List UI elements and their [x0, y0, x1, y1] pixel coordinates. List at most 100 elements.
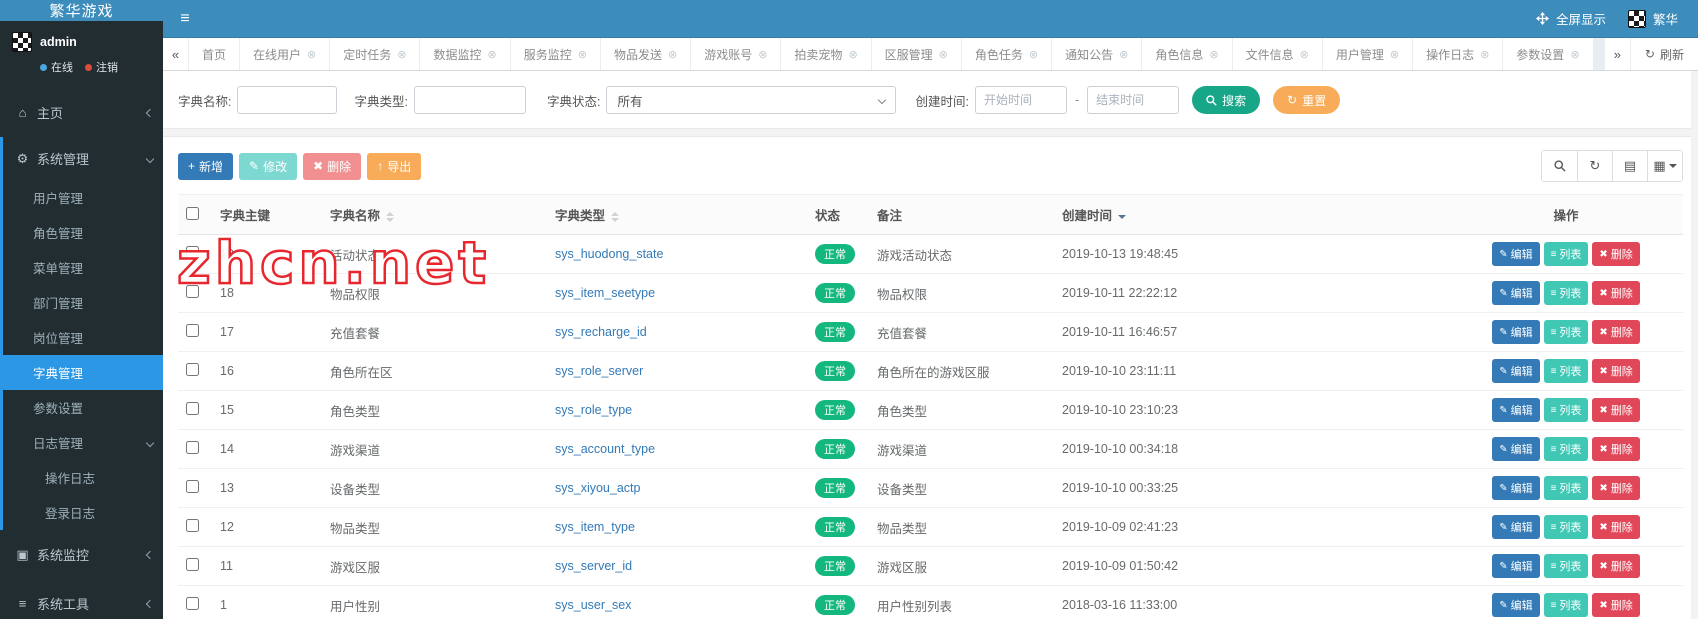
- search-button[interactable]: 搜索: [1192, 86, 1260, 114]
- delete-row-button[interactable]: ✖删除: [1592, 554, 1639, 578]
- row-checkbox[interactable]: [186, 402, 199, 415]
- delete-row-button[interactable]: ✖删除: [1592, 437, 1639, 461]
- user-menu[interactable]: 繁华: [1628, 9, 1678, 28]
- column-header-type[interactable]: 字典类型: [555, 209, 605, 223]
- tab-close-icon[interactable]: ⊗: [1390, 48, 1399, 61]
- edit-row-button[interactable]: ✎编辑: [1492, 554, 1539, 578]
- start-time-input[interactable]: [975, 86, 1067, 114]
- end-time-input[interactable]: [1087, 86, 1179, 114]
- sidebar-item-system-management[interactable]: ⚙系统管理: [3, 137, 163, 180]
- fullscreen-button[interactable]: 全屏显示: [1536, 9, 1606, 28]
- tab-user-management[interactable]: 用户管理⊗: [1323, 38, 1413, 70]
- list-row-button[interactable]: ≡列表: [1544, 320, 1589, 344]
- row-checkbox[interactable]: [186, 246, 199, 259]
- row-checkbox[interactable]: [186, 480, 199, 493]
- list-row-button[interactable]: ≡列表: [1544, 281, 1589, 305]
- list-row-button[interactable]: ≡列表: [1544, 398, 1589, 422]
- sidebar-item-operation-log[interactable]: 操作日志: [3, 460, 163, 495]
- reset-button[interactable]: ↻ 重置: [1273, 86, 1340, 114]
- logout-link[interactable]: 注销: [85, 59, 118, 75]
- column-header-created[interactable]: 创建时间: [1062, 209, 1112, 223]
- tab-auction-pets[interactable]: 拍卖宠物⊗: [781, 38, 871, 70]
- row-checkbox[interactable]: [186, 519, 199, 532]
- list-row-button[interactable]: ≡列表: [1544, 359, 1589, 383]
- sidebar-item-dict-management[interactable]: 字典管理: [3, 355, 163, 390]
- tab-param-settings[interactable]: 参数设置⊗: [1503, 38, 1593, 70]
- tab-close-icon[interactable]: ⊗: [1029, 48, 1038, 61]
- tab-data-monitor[interactable]: 数据监控⊗: [420, 38, 510, 70]
- tabs-scroll-left-icon[interactable]: «: [163, 38, 189, 70]
- delete-row-button[interactable]: ✖删除: [1592, 515, 1639, 539]
- edit-row-button[interactable]: ✎编辑: [1492, 476, 1539, 500]
- edit-row-button[interactable]: ✎编辑: [1492, 320, 1539, 344]
- tab-close-icon[interactable]: ⊗: [1119, 48, 1128, 61]
- tab-close-icon[interactable]: ⊗: [488, 48, 497, 61]
- delete-button[interactable]: ✖删除: [303, 153, 361, 180]
- list-row-button[interactable]: ≡列表: [1544, 437, 1589, 461]
- delete-row-button[interactable]: ✖删除: [1592, 359, 1639, 383]
- edit-row-button[interactable]: ✎编辑: [1492, 242, 1539, 266]
- hamburger-icon[interactable]: ≡: [163, 10, 207, 28]
- tab-online-users[interactable]: 在线用户⊗: [240, 38, 330, 70]
- tab-close-icon[interactable]: ⊗: [848, 48, 857, 61]
- edit-button[interactable]: ✎修改: [239, 153, 297, 180]
- sort-icons[interactable]: [611, 212, 619, 222]
- row-checkbox[interactable]: [186, 363, 199, 376]
- edit-row-button[interactable]: ✎编辑: [1492, 437, 1539, 461]
- list-row-button[interactable]: ≡列表: [1544, 554, 1589, 578]
- edit-row-button[interactable]: ✎编辑: [1492, 593, 1539, 617]
- delete-row-button[interactable]: ✖删除: [1592, 242, 1639, 266]
- dict-type-link[interactable]: sys_server_id: [555, 559, 632, 573]
- dict-type-link[interactable]: sys_account_type: [555, 442, 655, 456]
- export-button[interactable]: ↑导出: [367, 153, 421, 180]
- tab-close-icon[interactable]: ⊗: [307, 48, 316, 61]
- dict-name-input[interactable]: [237, 86, 337, 114]
- select-all-checkbox[interactable]: [186, 207, 199, 220]
- edit-row-button[interactable]: ✎编辑: [1492, 398, 1539, 422]
- list-row-button[interactable]: ≡列表: [1544, 515, 1589, 539]
- tab-close-icon[interactable]: ⊗: [939, 48, 948, 61]
- tab-game-account[interactable]: 游戏账号⊗: [691, 38, 781, 70]
- row-checkbox[interactable]: [186, 324, 199, 337]
- sidebar-item-role-management[interactable]: 角色管理: [3, 215, 163, 250]
- tab-notice[interactable]: 通知公告⊗: [1052, 38, 1142, 70]
- tab-refresh-button[interactable]: ↻ 刷新: [1630, 38, 1698, 70]
- tab-timed-tasks[interactable]: 定时任务⊗: [330, 38, 420, 70]
- sidebar-item-log-management[interactable]: 日志管理: [3, 425, 163, 460]
- sidebar-item-home[interactable]: ⌂主页: [3, 88, 163, 137]
- delete-row-button[interactable]: ✖删除: [1592, 398, 1639, 422]
- tab-close-icon[interactable]: ⊗: [1209, 48, 1218, 61]
- sort-icons[interactable]: [386, 212, 394, 222]
- sidebar-item-system-tools[interactable]: ≡系统工具: [3, 579, 163, 619]
- tab-close-icon[interactable]: ⊗: [1300, 48, 1309, 61]
- row-checkbox[interactable]: [186, 558, 199, 571]
- delete-row-button[interactable]: ✖删除: [1592, 593, 1639, 617]
- row-checkbox[interactable]: [186, 285, 199, 298]
- tabs-scroll-right-icon[interactable]: »: [1604, 38, 1630, 70]
- column-header-id[interactable]: 字典主键: [220, 209, 270, 223]
- column-picker-button[interactable]: ▦: [1647, 151, 1682, 181]
- tab-home[interactable]: 首页: [189, 38, 240, 70]
- delete-row-button[interactable]: ✖删除: [1592, 320, 1639, 344]
- row-checkbox[interactable]: [186, 441, 199, 454]
- tab-role-info[interactable]: 角色信息⊗: [1142, 38, 1232, 70]
- dict-type-link[interactable]: sys_xiyou_actp: [555, 481, 640, 495]
- sidebar-item-menu-management[interactable]: 菜单管理: [3, 250, 163, 285]
- dict-type-input[interactable]: [414, 86, 526, 114]
- list-row-button[interactable]: ≡列表: [1544, 593, 1589, 617]
- list-row-button[interactable]: ≡列表: [1544, 476, 1589, 500]
- sidebar-item-param-settings[interactable]: 参数设置: [3, 390, 163, 425]
- sort-desc-icon[interactable]: [1118, 215, 1126, 219]
- column-header-name[interactable]: 字典名称: [330, 209, 380, 223]
- tab-operation-log[interactable]: 操作日志⊗: [1413, 38, 1503, 70]
- table-search-toggle-button[interactable]: [1542, 151, 1577, 181]
- table-view-button[interactable]: ▤: [1612, 151, 1647, 181]
- sidebar-item-dept-management[interactable]: 部门管理: [3, 285, 163, 320]
- delete-row-button[interactable]: ✖删除: [1592, 281, 1639, 305]
- dict-type-link[interactable]: sys_role_server: [555, 364, 643, 378]
- tab-close-icon[interactable]: ⊗: [578, 48, 587, 61]
- tab-file-info[interactable]: 文件信息⊗: [1233, 38, 1323, 70]
- tab-item-send[interactable]: 物品发送⊗: [601, 38, 691, 70]
- delete-row-button[interactable]: ✖删除: [1592, 476, 1639, 500]
- list-row-button[interactable]: ≡列表: [1544, 242, 1589, 266]
